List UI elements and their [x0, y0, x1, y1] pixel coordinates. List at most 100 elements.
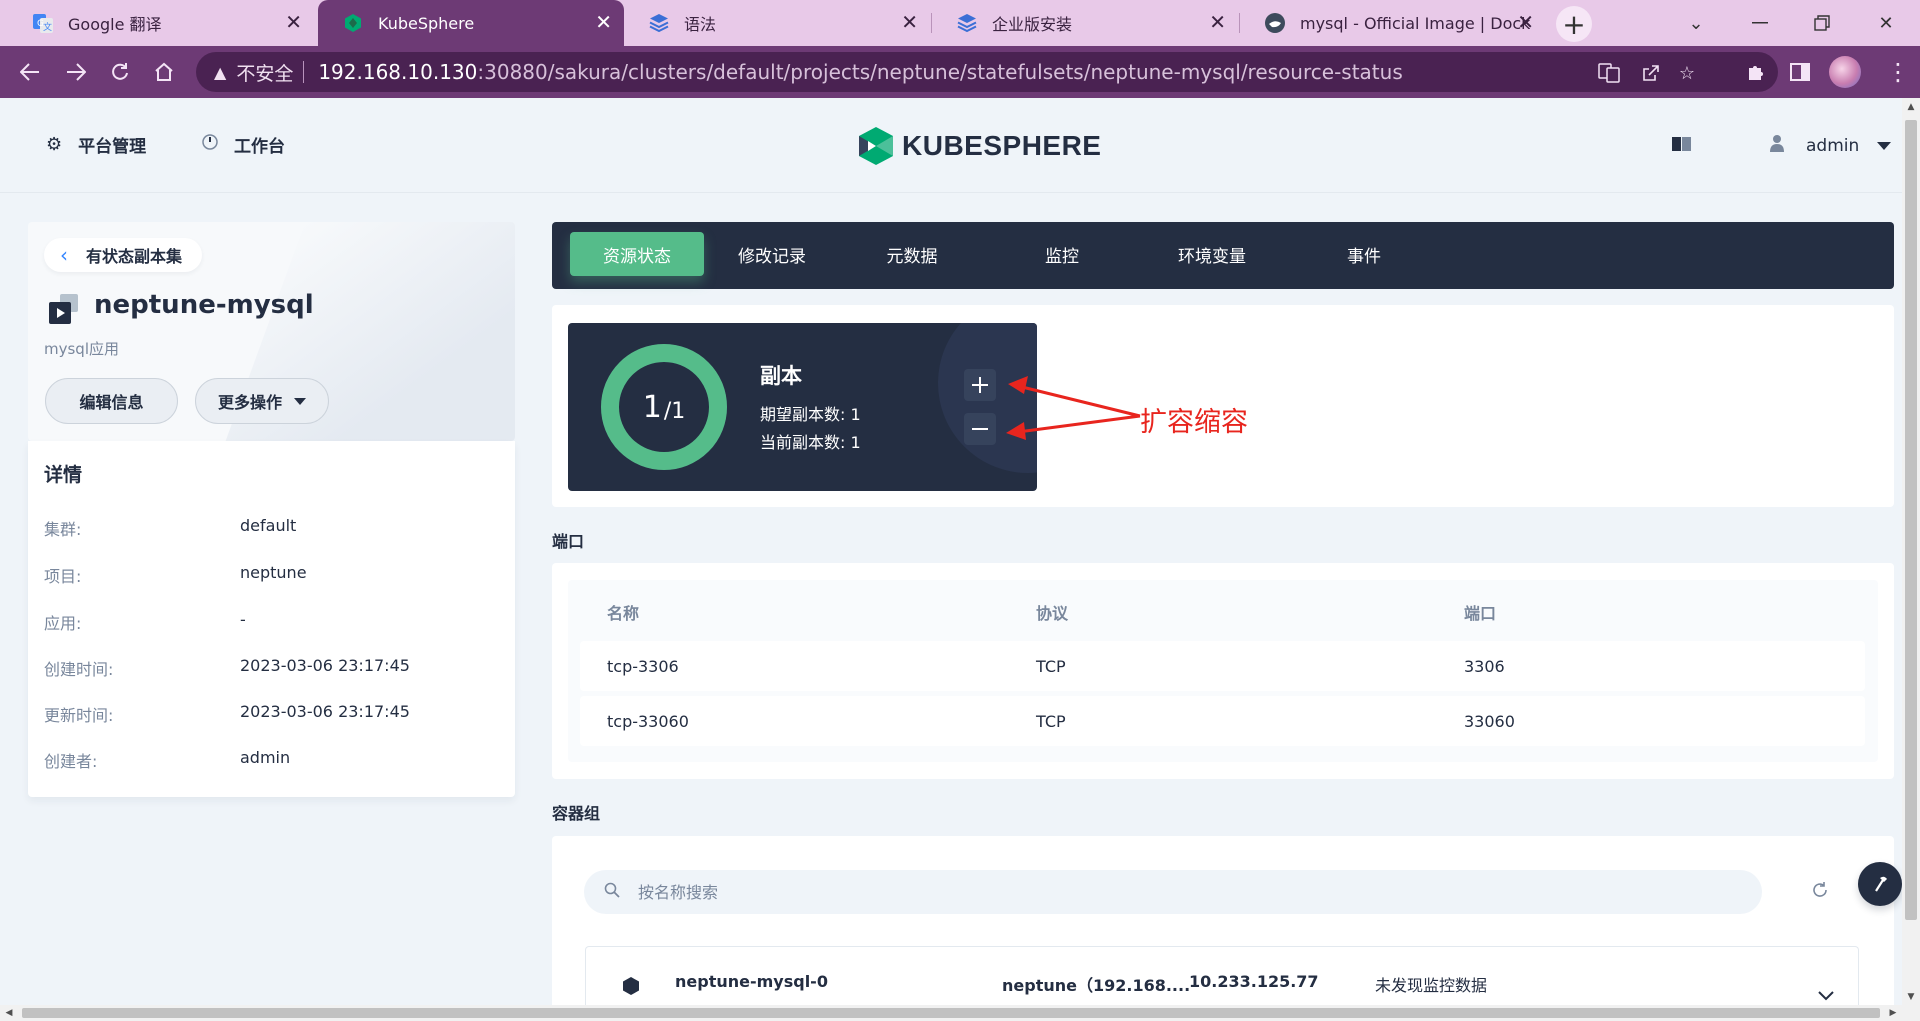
warning-icon[interactable]: ▲ — [214, 63, 226, 82]
close-icon[interactable]: ✕ — [285, 11, 302, 33]
url-host: 192.168.10.130 — [318, 60, 478, 84]
tab-metadata[interactable]: 元数据 — [852, 232, 972, 276]
refresh-icon[interactable] — [1808, 878, 1832, 902]
detail-label-cluster: 集群: — [44, 520, 82, 539]
port-number: 33060 — [1464, 712, 1515, 731]
toolbox-hammer-button[interactable] — [1858, 862, 1902, 906]
tab-title: KubeSphere — [378, 13, 475, 33]
google-translate-icon: G文 — [32, 12, 54, 34]
more-actions-button[interactable]: 更多操作 — [195, 378, 329, 424]
close-window-icon[interactable]: ✕ — [1856, 0, 1916, 46]
kubesphere-icon — [342, 12, 364, 34]
tab-events[interactable]: 事件 — [1304, 232, 1424, 276]
back-arrow-icon[interactable] — [14, 56, 46, 88]
pods-title: 容器组 — [552, 804, 601, 823]
vertical-scrollbar[interactable]: ▲ ▼ — [1902, 98, 1920, 1006]
scroll-left-arrow-icon[interactable]: ◀ — [4, 1008, 14, 1018]
scale-up-button[interactable] — [964, 369, 996, 401]
detail-label-project: 项目: — [44, 567, 82, 586]
pod-node: neptune（192.168.... — [1002, 976, 1191, 995]
profile-avatar[interactable] — [1829, 56, 1861, 88]
close-icon[interactable]: ✕ — [1209, 11, 1226, 33]
pod-monitoring-status: 未发现监控数据 — [1375, 976, 1488, 995]
current-replicas-line: 当前副本数: 1 — [760, 433, 861, 452]
scroll-up-arrow-icon[interactable]: ▲ — [1906, 102, 1916, 112]
ports-header-protocol: 协议 — [1036, 604, 1069, 623]
pod-search-bar[interactable] — [584, 870, 1762, 914]
platform-management-link[interactable]: ⚙ 平台管理 — [46, 132, 146, 157]
stack-icon — [648, 12, 670, 34]
replica-count: 1 /1 — [600, 343, 728, 471]
tab-title: 企业版安装 — [992, 15, 1073, 34]
pod-name[interactable]: neptune-mysql-0 — [675, 972, 828, 991]
security-label[interactable]: 不安全 — [236, 59, 293, 86]
forward-arrow-icon[interactable] — [60, 56, 92, 88]
tab-revision-records[interactable]: 修改记录 — [712, 232, 832, 276]
desired-replicas: /1 — [663, 398, 686, 424]
browser-tab-enterprise-install[interactable]: 企业版安装 ✕ — [932, 0, 1238, 46]
address-bar[interactable]: ▲ 不安全 192.168.10.130:30880/sakura/cluste… — [196, 52, 1778, 92]
detail-label-created: 创建时间: — [44, 660, 114, 679]
stack-icon — [956, 12, 978, 34]
search-input[interactable] — [638, 882, 1638, 902]
kubesphere-logo-icon — [859, 127, 893, 165]
more-actions-label: 更多操作 — [217, 393, 282, 412]
url-text[interactable]: 192.168.10.130:30880/sakura/clusters/def… — [318, 60, 1402, 84]
tab-title: 语法 — [684, 15, 717, 34]
tab-environment-variables[interactable]: 环境变量 — [1152, 232, 1272, 276]
annotation-arrows — [1006, 376, 1141, 440]
kubesphere-logo[interactable]: KUBESPHERE — [858, 126, 1101, 166]
more-menu-icon[interactable]: ⋮ — [1886, 58, 1910, 88]
tab-search-icon[interactable]: ⌄ — [1666, 0, 1726, 46]
browser-tab-docker-mysql[interactable]: mysql - Official Image | Dock ✕ — [1240, 0, 1546, 46]
translate-page-icon[interactable] — [1596, 61, 1622, 85]
tab-title: mysql - Official Image | Dock — [1300, 13, 1530, 33]
tab-resource-status[interactable]: 资源状态 — [570, 232, 704, 276]
user-icon — [1770, 134, 1784, 157]
chevron-left-icon: ‹ — [60, 243, 68, 267]
scroll-down-arrow-icon[interactable]: ▼ — [1906, 992, 1916, 1002]
dashboard-icon — [202, 134, 218, 155]
svg-text:文: 文 — [43, 21, 52, 33]
edit-info-button[interactable]: 编辑信息 — [45, 378, 178, 424]
resource-name: neptune-mysql — [94, 290, 314, 320]
share-icon[interactable] — [1638, 61, 1664, 85]
back-label: 有状态副本集 — [86, 247, 183, 266]
extensions-puzzle-icon[interactable] — [1740, 56, 1772, 88]
close-icon[interactable]: ✕ — [901, 11, 918, 33]
close-icon[interactable]: ✕ — [595, 11, 612, 33]
chevron-down-icon[interactable] — [1818, 986, 1834, 1005]
restore-icon[interactable] — [1792, 0, 1852, 46]
home-icon[interactable] — [148, 56, 180, 88]
pod-ip: 10.233.125.77 — [1189, 972, 1319, 991]
scroll-right-arrow-icon[interactable]: ▶ — [1888, 1008, 1898, 1018]
browser-tab-grammar[interactable]: 语法 ✕ — [624, 0, 930, 46]
back-to-statefulsets-button[interactable]: ‹ 有状态副本集 — [44, 238, 203, 272]
document-icon[interactable] — [1672, 136, 1692, 152]
resource-description: mysql应用 — [44, 340, 119, 358]
reload-icon[interactable] — [104, 56, 136, 88]
details-title: 详情 — [44, 464, 83, 486]
platform-label: 平台管理 — [78, 137, 147, 157]
close-icon[interactable]: ✕ — [1517, 11, 1534, 33]
minimize-icon[interactable] — [1730, 0, 1790, 46]
tab-title: Google 翻译 — [68, 15, 162, 34]
detail-value-cluster: default — [240, 516, 297, 535]
port-protocol: TCP — [1036, 657, 1066, 676]
scrollbar-thumb[interactable] — [1905, 120, 1917, 920]
browser-tab-kubesphere[interactable]: KubeSphere ✕ — [318, 0, 624, 46]
port-number: 3306 — [1464, 657, 1505, 676]
tab-monitoring[interactable]: 监控 — [1002, 232, 1122, 276]
scale-down-button[interactable] — [964, 413, 996, 445]
horizontal-scrollbar[interactable]: ◀ ▶ — [0, 1005, 1920, 1021]
new-tab-button[interactable]: + — [1556, 6, 1592, 42]
sidepanel-icon[interactable] — [1784, 56, 1816, 88]
bookmark-star-icon[interactable]: ☆ — [1674, 61, 1700, 85]
browser-tab-google-translate[interactable]: G文 Google 翻译 ✕ — [8, 0, 314, 46]
ports-title: 端口 — [552, 532, 585, 551]
workbench-link[interactable]: 工作台 — [202, 132, 285, 157]
plus-icon — [972, 377, 988, 393]
port-name: tcp-33060 — [607, 712, 689, 731]
scrollbar-thumb[interactable] — [22, 1008, 1880, 1018]
user-menu[interactable]: admin — [1770, 134, 1892, 157]
